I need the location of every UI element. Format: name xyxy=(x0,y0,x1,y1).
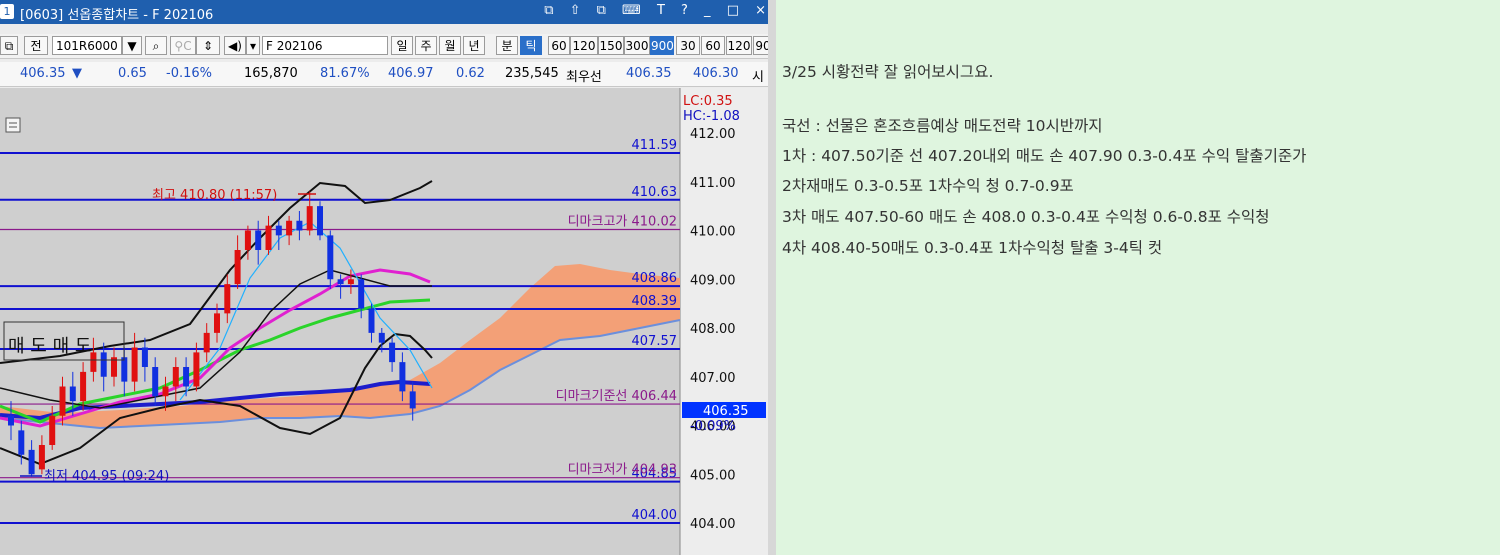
interval-60b[interactable]: 60 xyxy=(701,36,725,55)
level-label: 디마크저가 404.93 xyxy=(568,463,677,478)
y-tick-label: 408.00 xyxy=(690,322,736,337)
quote-tail: 시 xyxy=(752,70,764,85)
quote-pct: -0.16% xyxy=(166,66,212,81)
quote-ask: 406.35 xyxy=(626,66,672,81)
link-icon: ⧉ xyxy=(4,39,14,53)
low-annotation: 최저 404.95 (09:24) xyxy=(44,469,169,484)
name-input[interactable]: F 202106 xyxy=(262,36,388,55)
level-label: 410.63 xyxy=(632,185,678,200)
spin-icon[interactable]: ⇕ xyxy=(196,36,220,55)
note-line-6: 4차 408.40-50매도 0.3-0.4포 1차수익청 탈출 3-4틱 컷 xyxy=(782,239,1163,257)
quote-v2: 0.62 xyxy=(456,66,485,81)
link-button[interactable]: ⧉ xyxy=(0,36,18,55)
y-tick-label: 405.00 xyxy=(690,468,736,483)
current-price-label: 406.35 xyxy=(703,404,749,419)
quote-volume: 165,870 xyxy=(244,66,298,81)
level-label: 디마크기준선 406.44 xyxy=(556,389,677,404)
level-label: 408.39 xyxy=(632,294,678,309)
quote-bid: 406.30 xyxy=(693,66,739,81)
interval-300[interactable]: 300 xyxy=(624,36,650,55)
prev-button[interactable]: 전 xyxy=(24,36,48,55)
sound-dropdown[interactable]: ▾ xyxy=(246,36,260,55)
interval-900[interactable]: 900 xyxy=(650,36,674,55)
y-tick-label: 411.00 xyxy=(690,176,736,191)
y-tick-label: 407.00 xyxy=(690,371,736,386)
chart-window: 1 [0603] 선옵종합차트 - F 202106 ⧉ ⇧ ⧉ ⌨ T ? _… xyxy=(0,0,776,555)
candle xyxy=(317,201,323,241)
code-dropdown[interactable]: ▼ xyxy=(122,36,142,55)
title-icons[interactable]: ⧉ ⇧ ⧉ ⌨ T ? _ □ × xyxy=(544,3,772,18)
y-tick-label: 410.00 xyxy=(690,225,736,240)
level-label: 408.86 xyxy=(632,271,678,286)
window-scrollbar[interactable] xyxy=(768,0,776,555)
down-arrow-icon: ▼ xyxy=(72,66,82,81)
note-line-2: 국선 : 선물은 혼조흐름예상 매도전략 10시반까지 xyxy=(782,117,1103,135)
period-week[interactable]: 주 xyxy=(415,36,437,55)
period-tick[interactable]: 틱 xyxy=(520,36,542,55)
current-change-label: -0.09% xyxy=(690,419,736,434)
quote-ratio: 81.67% xyxy=(320,66,370,81)
interval-150[interactable]: 150 xyxy=(598,36,624,55)
search-icon[interactable]: ⌕ xyxy=(145,36,167,55)
quote-label: 최우선 xyxy=(566,70,602,85)
note-line-5: 3차 매도 407.50-60 매도 손 408.0 0.3-0.4포 수익청 … xyxy=(782,208,1270,226)
window-number: 1 xyxy=(0,4,14,19)
period-minute[interactable]: 분 xyxy=(496,36,518,55)
price-chart[interactable]: 411.59 410.63 디마크고가 410.02 408.86 408.39 407.… xyxy=(0,88,776,555)
high-annotation: 최고 410.80 (11:57) xyxy=(152,188,277,203)
quote-change: 0.65 xyxy=(118,66,147,81)
sound-icon[interactable]: ◀) xyxy=(224,36,246,55)
level-label: 디마크고가 410.02 xyxy=(568,215,677,230)
interval-120b[interactable]: 120 xyxy=(726,36,752,55)
period-day[interactable]: 일 xyxy=(391,36,413,55)
toolbar: ⧉ 전 101R6000 ▼ ⌕ ⚲C ⇕ ◀) ▾ F 202106 일 주 … xyxy=(0,34,776,59)
quote-bar: 406.35 ▼ 0.65 -0.16% 165,870 81.67% 406.… xyxy=(0,62,776,87)
window-titlebar[interactable]: 1 [0603] 선옵종합차트 - F 202106 ⧉ ⇧ ⧉ ⌨ T ? _… xyxy=(0,0,776,24)
quote-v1: 406.97 xyxy=(388,66,434,81)
level-label: 404.00 xyxy=(632,508,678,523)
note-line-3: 1차 : 407.50기준 선 407.20내외 매도 손 407.90 0.3… xyxy=(782,147,1307,165)
c-button[interactable]: ⚲C xyxy=(170,36,196,55)
period-month[interactable]: 월 xyxy=(439,36,461,55)
interval-120[interactable]: 120 xyxy=(570,36,598,55)
y-tick-label: 404.00 xyxy=(690,517,736,532)
note-line-4: 2차재매도 0.3-0.5포 1차수익 청 0.7-0.9포 xyxy=(782,177,1074,195)
sell-annotation: 매 도 매 도 xyxy=(8,336,91,357)
note-line-1: 3/25 시황전략 잘 읽어보시그요. xyxy=(782,63,994,81)
y-tick-label: 409.00 xyxy=(690,273,736,288)
lc-label: LC:0.35 xyxy=(683,94,733,109)
level-label: 407.57 xyxy=(632,334,678,349)
quote-v3: 235,545 xyxy=(505,66,559,81)
hc-label: HC:-1.08 xyxy=(683,109,740,124)
level-label: 411.59 xyxy=(632,138,678,153)
notes-panel: 3/25 시황전략 잘 읽어보시그요. 국선 : 선물은 혼조흐름예상 매도전략… xyxy=(779,0,1500,555)
y-tick-label: 412.00 xyxy=(690,127,736,142)
period-year[interactable]: 년 xyxy=(463,36,485,55)
window-title: [0603] 선옵종합차트 - F 202106 xyxy=(20,8,214,23)
legend-icon[interactable] xyxy=(5,117,21,133)
quote-price: 406.35 xyxy=(20,66,66,81)
y-axis: 412.00411.00410.00409.00408.00407.00406.… xyxy=(690,127,736,532)
interval-30[interactable]: 30 xyxy=(676,36,700,55)
code-input[interactable]: 101R6000 xyxy=(52,36,122,55)
interval-60[interactable]: 60 xyxy=(548,36,570,55)
